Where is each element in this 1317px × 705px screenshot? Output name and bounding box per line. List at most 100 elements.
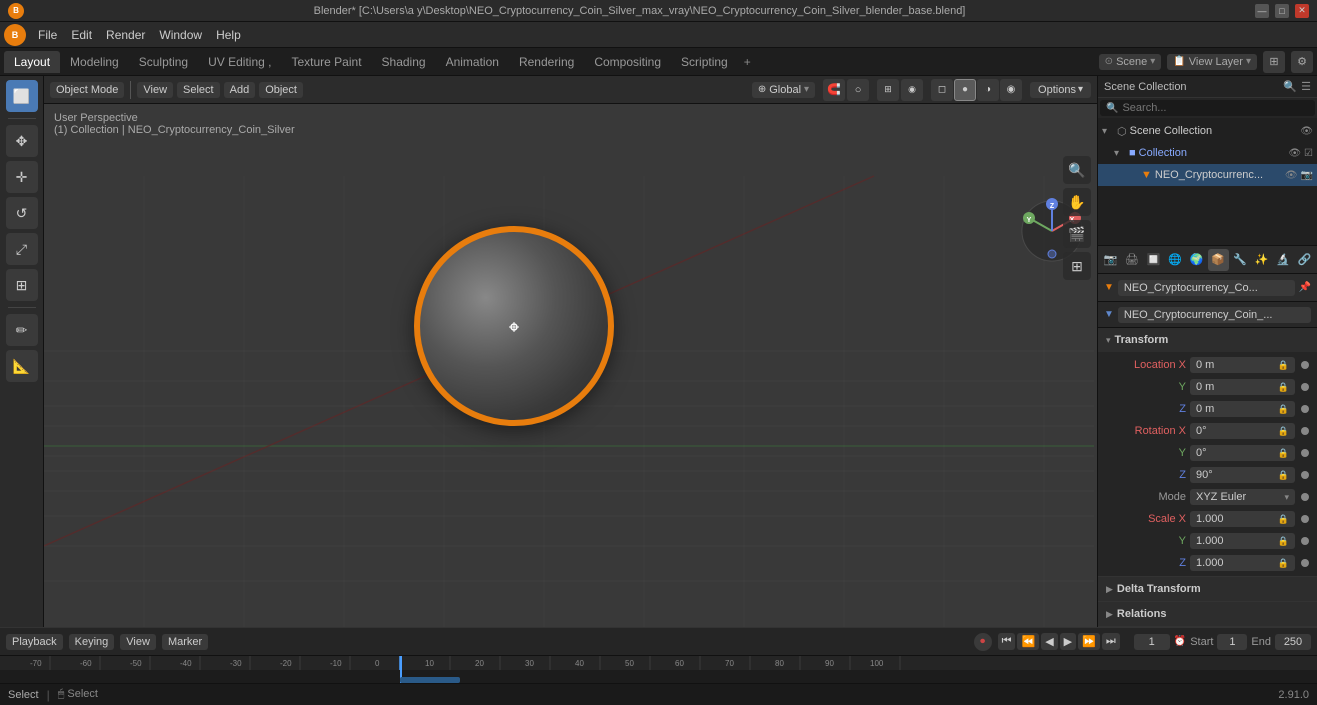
- scene-value[interactable]: Scene: [1116, 56, 1147, 68]
- scale-y-dot[interactable]: [1301, 537, 1309, 545]
- transform-section-header[interactable]: ▾ Transform: [1098, 328, 1317, 352]
- select-tool[interactable]: ⬜: [6, 80, 38, 112]
- tab-scripting[interactable]: Scripting: [671, 51, 738, 73]
- location-x-dot[interactable]: [1301, 361, 1309, 369]
- viewport-gizmos-button[interactable]: ⊞: [877, 79, 899, 101]
- toggle-view-button[interactable]: ⊞: [1063, 252, 1091, 280]
- zoom-button[interactable]: 🔍: [1063, 156, 1091, 184]
- tab-modeling[interactable]: Modeling: [60, 51, 129, 73]
- scale-x-input[interactable]: 1.000 🔒: [1190, 511, 1295, 527]
- collection-visibility[interactable]: 👁: [1288, 148, 1301, 159]
- measure-tool[interactable]: 📐: [6, 350, 38, 382]
- timeline-view-button[interactable]: View: [120, 634, 156, 650]
- relations-header[interactable]: ▶ Relations: [1098, 602, 1317, 626]
- collection-exclude[interactable]: ☑: [1304, 148, 1313, 159]
- jump-end-button[interactable]: ⏭: [1102, 633, 1120, 650]
- cursor-tool[interactable]: ✥: [6, 125, 38, 157]
- viewport-options-button[interactable]: Options ▾: [1030, 82, 1091, 98]
- close-button[interactable]: ✕: [1295, 4, 1309, 18]
- minimize-button[interactable]: —: [1255, 4, 1269, 18]
- rotation-x-input[interactable]: 0° 🔒: [1190, 423, 1295, 439]
- rotation-y-input[interactable]: 0° 🔒: [1190, 445, 1295, 461]
- outliner-row-object[interactable]: ▼ NEO_Cryptocurrenc... 👁 📷: [1098, 164, 1317, 186]
- scene-collection-visibility[interactable]: 👁: [1300, 126, 1313, 137]
- tab-compositing[interactable]: Compositing: [584, 51, 671, 73]
- menu-render[interactable]: Render: [100, 26, 151, 44]
- current-frame-input[interactable]: [1134, 634, 1170, 650]
- viewport-mode-button[interactable]: Object Mode: [50, 82, 124, 98]
- mesh-name-input[interactable]: [1118, 307, 1311, 323]
- location-y-dot[interactable]: [1301, 383, 1309, 391]
- viewport[interactable]: Object Mode View Select Add Object ⊕ Glo…: [44, 76, 1097, 627]
- viewport-select-button[interactable]: Select: [177, 82, 220, 98]
- add-workspace-button[interactable]: +: [738, 53, 757, 71]
- menu-file[interactable]: File: [32, 26, 63, 44]
- output-props-tab[interactable]: 🖨: [1122, 249, 1143, 271]
- rotation-mode-dot[interactable]: [1301, 493, 1309, 501]
- scale-y-input[interactable]: 1.000 🔒: [1190, 533, 1295, 549]
- tab-texture-paint[interactable]: Texture Paint: [281, 51, 371, 73]
- rotation-z-dot[interactable]: [1301, 471, 1309, 479]
- transform-orientation-button[interactable]: ⊕ Global ▾: [752, 82, 815, 98]
- next-keyframe-button[interactable]: ⏩: [1078, 633, 1100, 650]
- record-button[interactable]: ⏺: [974, 633, 992, 651]
- play-back-button[interactable]: ◀: [1041, 633, 1057, 650]
- pan-button[interactable]: ✋: [1063, 188, 1091, 216]
- maximize-button[interactable]: □: [1275, 4, 1289, 18]
- camera-view-button[interactable]: 🎬: [1063, 220, 1091, 248]
- outliner-row-scene-collection[interactable]: ▾ ⬡ Scene Collection 👁: [1098, 120, 1317, 142]
- physics-props-tab[interactable]: 🔬: [1273, 249, 1294, 271]
- rotation-z-input[interactable]: 90° 🔒: [1190, 467, 1295, 483]
- scale-x-dot[interactable]: [1301, 515, 1309, 523]
- location-z-dot[interactable]: [1301, 405, 1309, 413]
- menu-edit[interactable]: Edit: [65, 26, 98, 44]
- move-tool[interactable]: ✛: [6, 161, 38, 193]
- tab-uv-editing[interactable]: UV Editing ,: [198, 51, 281, 73]
- view-layer-props-tab[interactable]: 🔲: [1143, 249, 1164, 271]
- timeline-scrubber[interactable]: -70 -60 -50 -40 -30 -20 -10 0 10 20 30 4…: [0, 656, 1317, 683]
- outliner-search-input[interactable]: [1122, 102, 1309, 114]
- tab-animation[interactable]: Animation: [436, 51, 509, 73]
- outliner-restriction-icon[interactable]: ☰: [1301, 80, 1311, 93]
- marker-button[interactable]: Marker: [162, 634, 208, 650]
- material-preview-shading[interactable]: ◑: [977, 79, 999, 101]
- constraint-props-tab[interactable]: 🔗: [1294, 249, 1315, 271]
- end-frame-input[interactable]: [1275, 634, 1311, 650]
- delta-transform-header[interactable]: ▶ Delta Transform: [1098, 577, 1317, 601]
- jump-start-button[interactable]: ⏮: [998, 633, 1016, 650]
- tab-sculpting[interactable]: Sculpting: [129, 51, 198, 73]
- tab-rendering[interactable]: Rendering: [509, 51, 584, 73]
- location-y-input[interactable]: 0 m 🔒: [1190, 379, 1295, 395]
- object-name-input[interactable]: [1118, 280, 1295, 296]
- scale-z-input[interactable]: 1.000 🔒: [1190, 555, 1295, 571]
- render-props-tab[interactable]: 📷: [1100, 249, 1121, 271]
- particle-props-tab[interactable]: ✨: [1251, 249, 1272, 271]
- rotation-y-dot[interactable]: [1301, 449, 1309, 457]
- rotation-x-dot[interactable]: [1301, 427, 1309, 435]
- preferences-button[interactable]: ⚙: [1291, 51, 1313, 73]
- wireframe-shading[interactable]: ◻: [931, 79, 953, 101]
- outliner-search[interactable]: 🔍: [1100, 100, 1315, 116]
- object-props-tab[interactable]: 📦: [1208, 249, 1229, 271]
- scale-z-dot[interactable]: [1301, 559, 1309, 567]
- solid-shading[interactable]: ●: [954, 79, 976, 101]
- viewport-overlays-button[interactable]: ◉: [901, 79, 923, 101]
- modifier-props-tab[interactable]: 🔧: [1230, 249, 1251, 271]
- 3d-coin-object[interactable]: [414, 226, 614, 426]
- viewport-add-button[interactable]: Add: [224, 82, 256, 98]
- world-props-tab[interactable]: 🌍: [1186, 249, 1207, 271]
- object-render-visibility[interactable]: 📷: [1301, 170, 1313, 181]
- pin-object-button[interactable]: 📌: [1299, 282, 1311, 293]
- tab-layout[interactable]: Layout: [4, 51, 60, 73]
- viewport-object-button[interactable]: Object: [259, 82, 303, 98]
- render-properties-button[interactable]: ⊞: [1263, 51, 1285, 73]
- view-layer-value[interactable]: View Layer: [1189, 56, 1243, 68]
- menu-window[interactable]: Window: [153, 26, 208, 44]
- transform-tool[interactable]: ⊞: [6, 269, 38, 301]
- rotation-mode-select[interactable]: XYZ Euler ▾: [1190, 489, 1295, 505]
- scene-props-tab[interactable]: 🌐: [1165, 249, 1186, 271]
- scale-tool[interactable]: ⤢: [6, 233, 38, 265]
- location-z-input[interactable]: 0 m 🔒: [1190, 401, 1295, 417]
- outliner-filter-icon[interactable]: 🔍: [1283, 80, 1297, 93]
- rendered-shading[interactable]: ◉: [1000, 79, 1022, 101]
